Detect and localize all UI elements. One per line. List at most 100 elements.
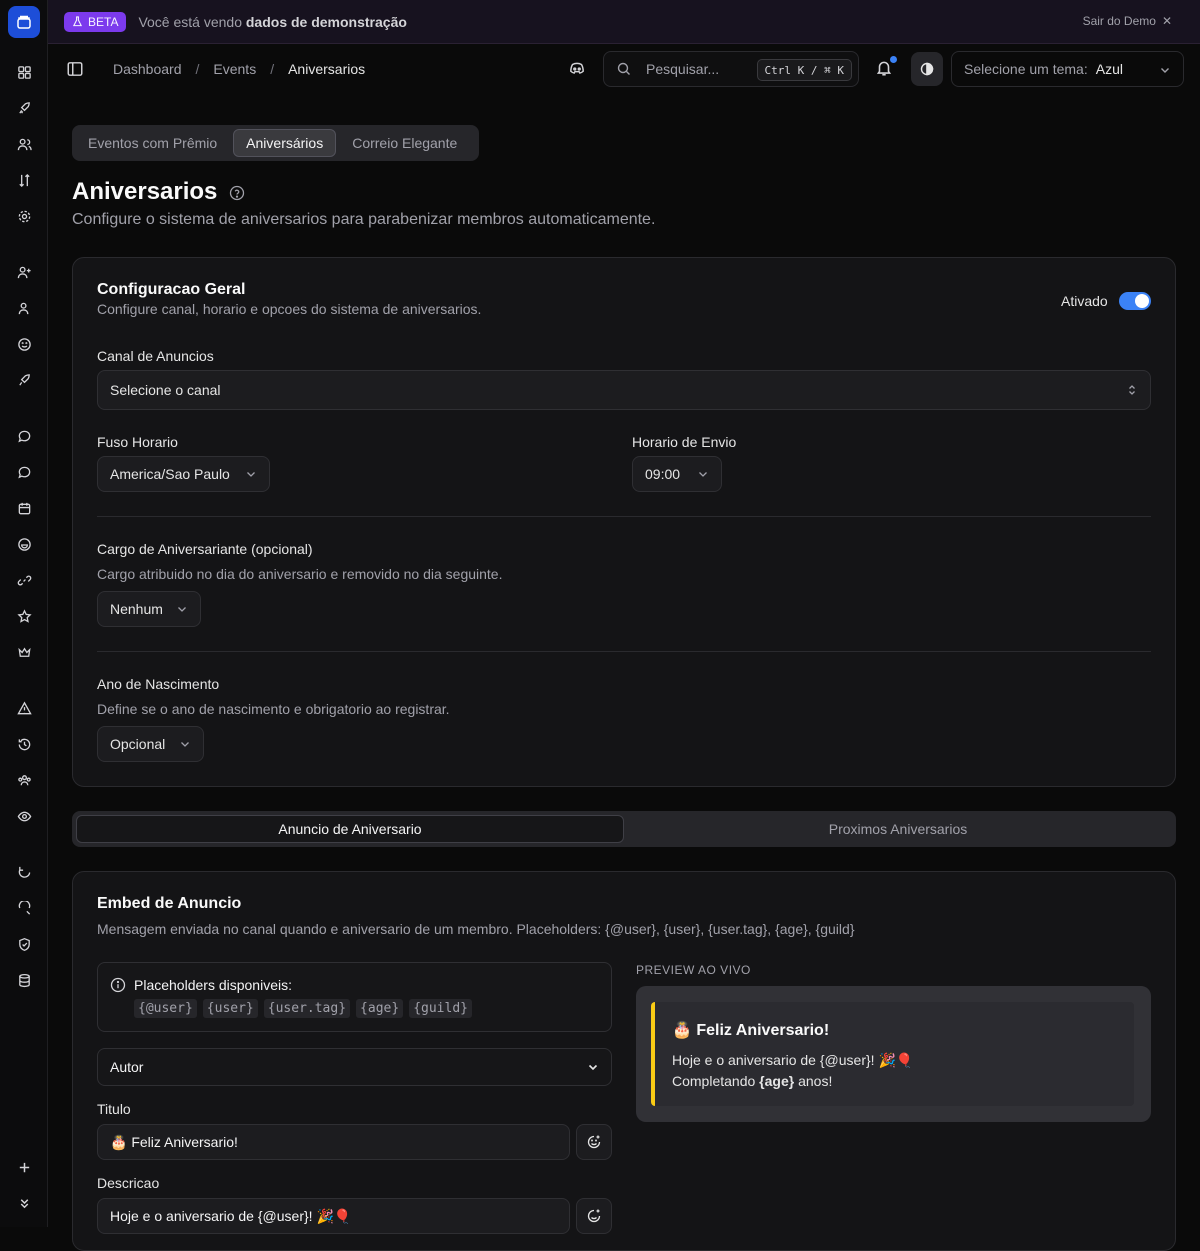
embed-line2-prefix: Completando [672,1073,756,1089]
channel-select[interactable]: Selecione o canal [97,370,1151,410]
exit-demo-label: Sair do Demo [1082,14,1156,28]
section-divider [97,516,1151,517]
beta-badge: BETA [64,11,127,32]
embed-preview-title: 🎂 Feliz Aniversario! [672,1022,830,1039]
gear-icon[interactable] [14,206,34,226]
smile-icon[interactable] [14,534,34,554]
user-plus-icon[interactable] [14,262,34,282]
breadcrumb-dashboard[interactable]: Dashboard [113,61,182,77]
role-select[interactable]: Nenhum [97,591,201,627]
embed-preview-line2: Completando {age} anos! [672,1073,832,1089]
search-input[interactable]: Pesquisar... Ctrl K / ⌘ K [603,51,859,87]
warning-icon[interactable] [14,698,34,718]
contrast-icon [920,62,934,76]
placeholder-chip[interactable]: {@user} [134,999,197,1018]
author-accordion[interactable]: Autor [97,1048,612,1086]
chevron-down-icon [247,472,255,477]
group-icon[interactable] [14,770,34,790]
message-icon[interactable] [14,426,34,446]
section-divider [97,651,1151,652]
timezone-select[interactable]: America/Sao Paulo [97,456,270,492]
enabled-toggle-label: Ativado [1061,293,1108,309]
chevrons-down-icon[interactable] [14,1193,34,1213]
birthday-subtabs: Anuncio de Aniversario Proximos Aniversa… [72,811,1176,847]
database-icon[interactable] [14,970,34,990]
chevron-down-icon [178,607,186,612]
enabled-toggle[interactable] [1119,292,1151,310]
send-time-select[interactable]: 09:00 [632,456,722,492]
demo-text-bold: dados de demonstração [245,13,407,30]
send-time-label: Horario de Envio [632,434,737,450]
dashboard-icon[interactable] [14,62,34,82]
notification-dot [890,56,897,63]
search-icon [617,62,630,75]
title-emoji-button[interactable] [576,1124,612,1160]
birth-year-select-value: Opcional [110,736,166,752]
eye-icon[interactable] [14,806,34,826]
title-input-value: 🎂 Feliz Aniversario! [110,1133,238,1150]
breadcrumb: Dashboard / Events / Aniversarios [113,61,365,77]
rocket-icon[interactable] [14,98,34,118]
channel-select-value: Selecione o canal [110,382,221,398]
chevron-down-icon [588,1064,598,1071]
chevron-up-down-icon [1129,385,1135,395]
birth-year-hint: Define se o ano de nascimento e obrigato… [97,701,450,717]
embed-card-subtitle: Mensagem enviada no canal quando e anive… [97,921,855,937]
demo-banner-text: Você está vendo dados de demonstração [138,14,406,30]
exit-demo-button[interactable]: Sair do Demo ✕ [1083,14,1172,28]
contrast-toggle-button[interactable] [911,52,943,86]
description-input[interactable]: Hoje e o aniversario de {@user}! 🎉🎈 [97,1198,570,1234]
chevron-down-icon [699,472,707,477]
subtab-announcement[interactable]: Anuncio de Aniversario [76,815,624,843]
sort-icon[interactable] [14,170,34,190]
link-icon[interactable] [14,570,34,590]
rocket-icon[interactable] [14,370,34,390]
placeholder-chip[interactable]: {user.tag} [263,999,351,1018]
app-logo-icon[interactable] [8,6,40,38]
tab-eventos-premio[interactable]: Eventos com Prêmio [76,129,229,157]
embed-line2-bold: {age} [759,1073,795,1089]
general-config-card: Configuracao Geral Configure canal, hora… [72,257,1176,787]
theme-select-value: Azul [1095,61,1123,77]
search-placeholder: Pesquisar... [646,61,720,77]
chevron-down-icon [181,742,189,747]
star-icon[interactable] [14,606,34,626]
theme-select[interactable]: Selecione um tema: Azul [951,51,1184,87]
breadcrumb-events[interactable]: Events [213,61,256,77]
live-preview: 🎂 Feliz Aniversario! Hoje e o aniversari… [636,986,1151,1122]
general-config-title: Configuracao Geral [97,281,246,298]
embed-line2-suffix: anos! [798,1073,833,1089]
subtab-upcoming[interactable]: Proximos Aniversarios [624,815,1172,843]
history-icon[interactable] [14,734,34,754]
shield-icon[interactable] [14,934,34,954]
timezone-select-value: America/Sao Paulo [110,466,230,482]
timezone-label: Fuso Horario [97,434,178,450]
smile-icon[interactable] [14,334,34,354]
discord-icon[interactable] [568,60,586,78]
refresh-icon[interactable] [14,862,34,882]
embed-card-title: Embed de Anuncio [97,895,242,912]
placeholder-chip[interactable]: {age} [356,999,404,1018]
birth-year-select[interactable]: Opcional [97,726,204,762]
tab-correio-elegante[interactable]: Correio Elegante [340,129,469,157]
description-emoji-button[interactable] [576,1198,612,1234]
calendar-icon[interactable] [14,498,34,518]
sidebar-toggle-icon[interactable] [66,60,84,78]
placeholder-chips: {@user} {user} {user.tag} {age} {guild} [134,999,472,1018]
placeholder-chip[interactable]: {user} [202,999,258,1018]
crown-icon[interactable] [14,642,34,662]
plus-icon[interactable] [14,1157,34,1177]
users-icon[interactable] [14,134,34,154]
help-icon[interactable] [229,185,245,201]
icon-rail [0,0,48,1227]
title-input[interactable]: 🎂 Feliz Aniversario! [97,1124,570,1160]
search-shortcut: Ctrl K / ⌘ K [756,59,852,81]
message-icon[interactable] [14,462,34,482]
tab-aniversarios[interactable]: Aniversários [233,129,337,157]
placeholder-chip[interactable]: {guild} [409,999,472,1018]
description-field-label: Descricao [97,1175,160,1191]
user-icon[interactable] [14,298,34,318]
beta-badge-label: BETA [88,14,119,29]
search-refresh-icon[interactable] [14,898,34,918]
info-icon [110,977,126,993]
